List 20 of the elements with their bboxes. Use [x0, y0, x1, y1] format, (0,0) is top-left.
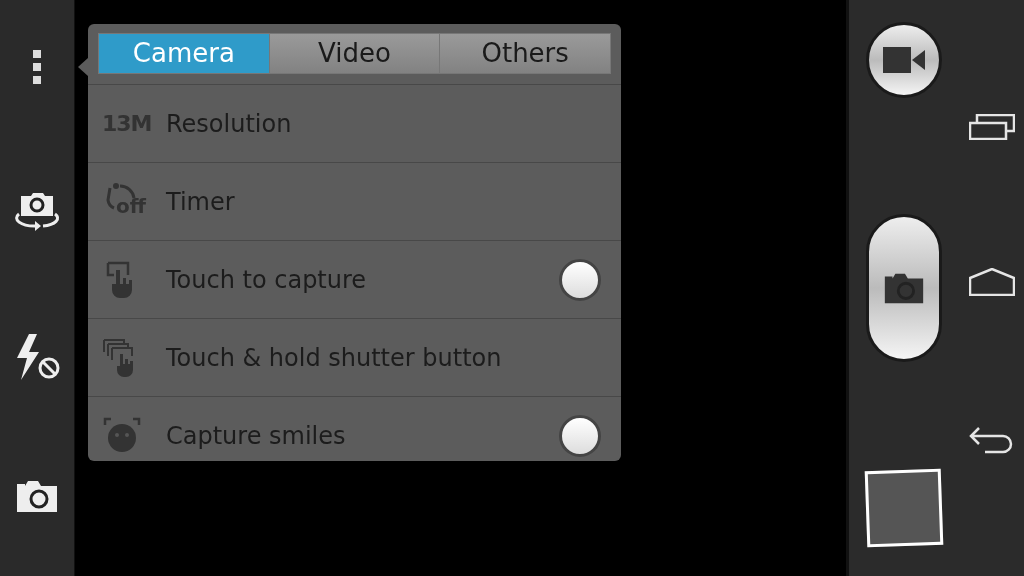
video-camera-icon	[883, 47, 925, 73]
more-options-icon[interactable]	[32, 50, 42, 84]
settings-tab[interactable]: Video	[268, 34, 440, 73]
setting-label: Resolution	[166, 108, 293, 140]
switch-camera-icon[interactable]	[13, 192, 61, 232]
setting-label: Timer	[166, 186, 236, 218]
toggle-switch[interactable]	[559, 414, 601, 457]
recent-apps-icon[interactable]	[968, 114, 1015, 140]
setting-label: Touch to capture	[166, 264, 368, 296]
setting-label: Touch & hold shutter button	[166, 342, 503, 374]
setting-row[interactable]: Touch & hold shutter button	[88, 319, 621, 397]
gallery-thumbnail[interactable]	[864, 468, 944, 548]
settings-tab[interactable]: Camera	[99, 34, 269, 73]
back-icon[interactable]	[968, 426, 1015, 456]
setting-row[interactable]: Capture smiles	[88, 397, 621, 461]
settings-tab[interactable]: Others	[439, 34, 610, 73]
setting-label: Capture smiles	[166, 420, 347, 452]
toggle-switch[interactable]	[559, 258, 601, 301]
home-icon[interactable]	[968, 268, 1015, 296]
setting-row[interactable]: Touch to capture	[88, 241, 621, 319]
